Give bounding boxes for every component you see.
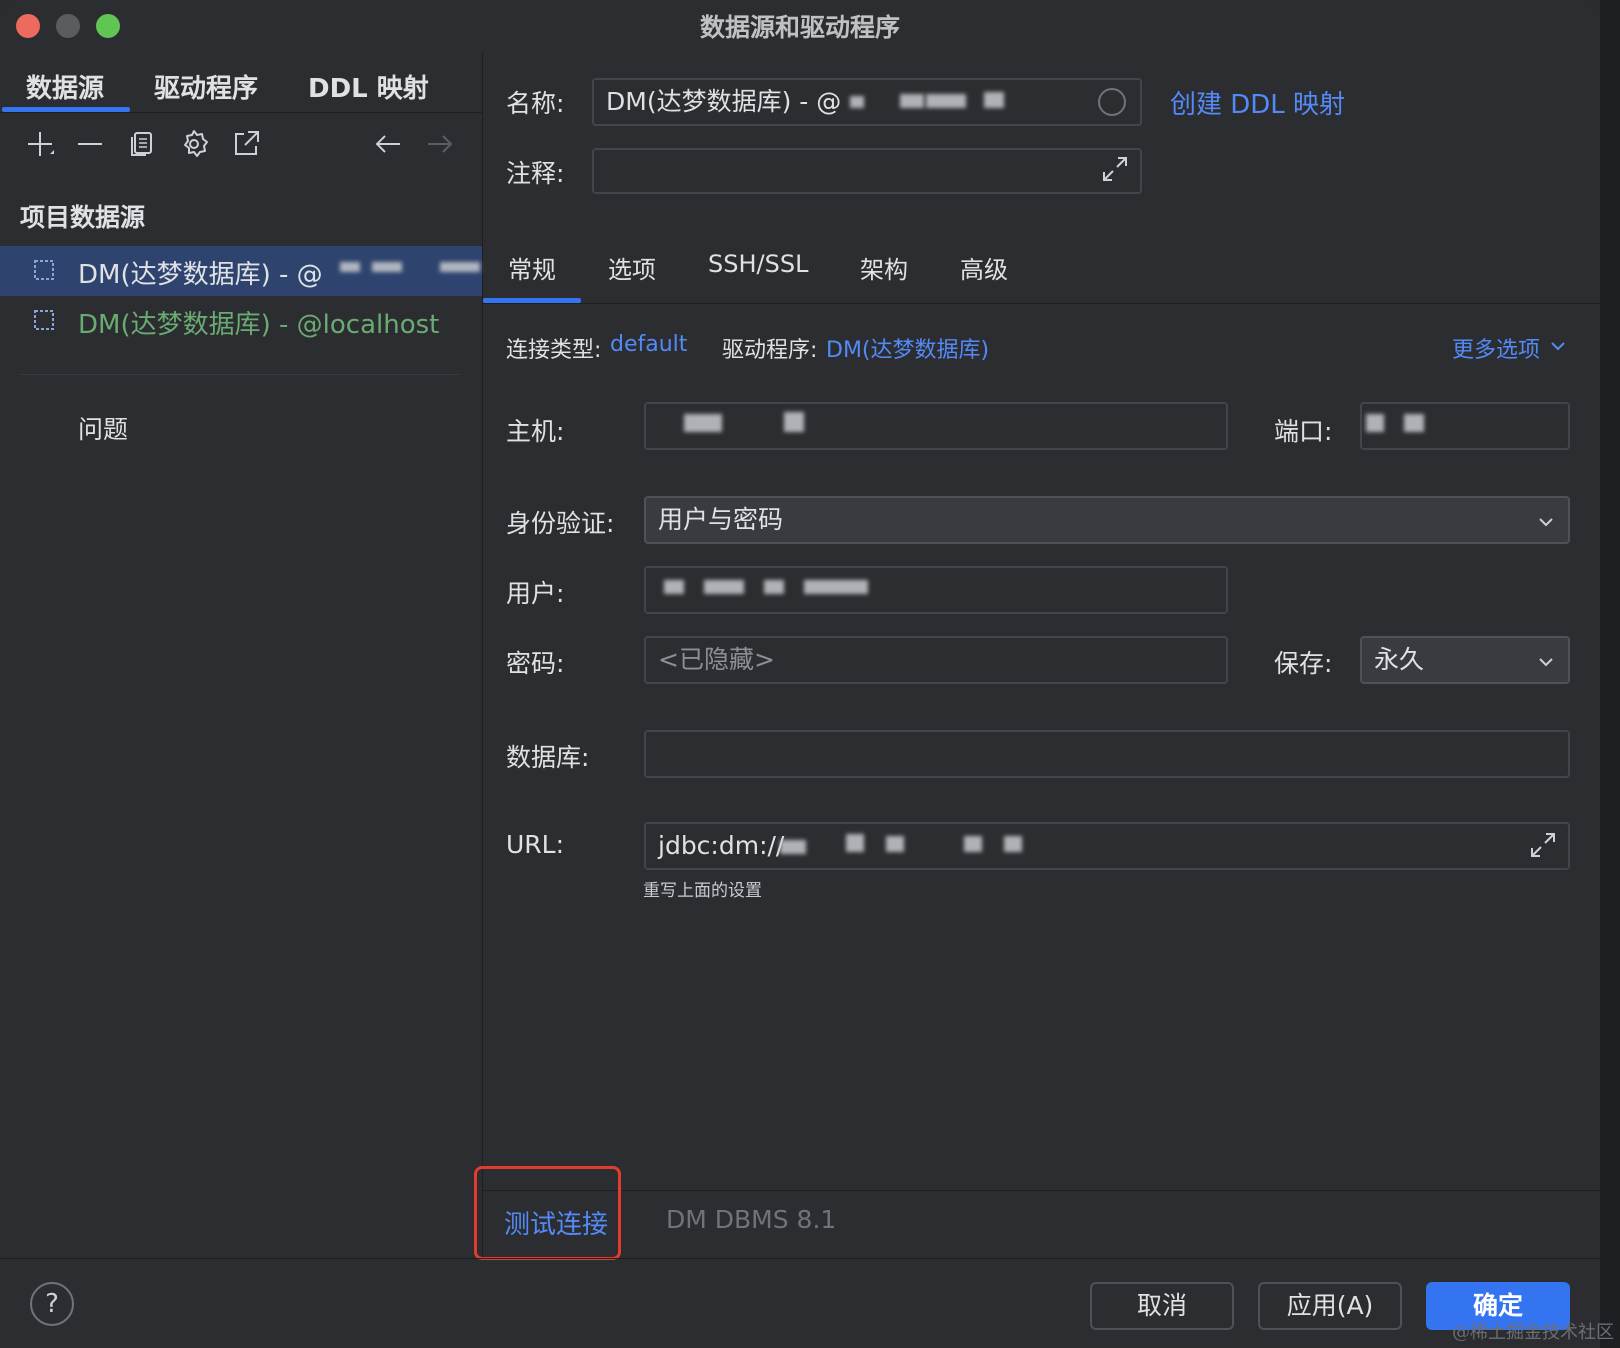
redacted-text — [704, 580, 744, 594]
chevron-down-icon — [1551, 342, 1565, 351]
section-title: 项目数据源 — [20, 203, 146, 232]
url-label: URL: — [506, 830, 565, 859]
datasource-icon — [34, 310, 54, 330]
tab-general[interactable]: 常规 — [508, 250, 556, 285]
back-arrow-icon[interactable] — [370, 128, 406, 164]
redacted-text — [372, 262, 402, 272]
test-connection-button[interactable]: 测试连接 — [504, 1204, 608, 1241]
redacted-text — [926, 94, 966, 108]
auth-label: 身份验证: — [506, 509, 615, 538]
add-icon[interactable] — [22, 128, 58, 164]
redacted-text — [684, 414, 722, 432]
help-button[interactable]: ? — [30, 1282, 74, 1326]
tab-options[interactable]: 选项 — [608, 250, 656, 285]
save-label: 保存: — [1274, 649, 1333, 678]
redacted-text — [850, 96, 864, 108]
password-label: 密码: — [506, 649, 565, 678]
redacted-text — [340, 262, 360, 272]
connection-type-label: 连接类型: — [506, 338, 602, 363]
tab-drivers[interactable]: 驱动程序 — [154, 68, 258, 105]
color-picker-icon[interactable] — [1098, 88, 1126, 116]
comment-label: 注释: — [506, 159, 565, 188]
save-value: 永久 — [1374, 645, 1425, 674]
footer-separator — [0, 1258, 1600, 1259]
expand-icon[interactable] — [1528, 830, 1558, 860]
tab-ssh-ssl[interactable]: SSH/SSL — [708, 250, 808, 278]
chevron-down-icon — [1539, 658, 1553, 667]
url-value: jdbc:dm:// — [658, 831, 785, 860]
datasource-label: DM(达梦数据库) - @localhost — [78, 310, 440, 340]
dbms-version: DM DBMS 8.1 — [666, 1205, 837, 1234]
tab-schemas[interactable]: 架构 — [860, 250, 908, 285]
tab-separator — [0, 112, 482, 113]
gear-icon[interactable] — [176, 128, 212, 164]
datasource-label: DM(达梦数据库) - @ — [78, 260, 323, 290]
export-icon[interactable] — [228, 128, 264, 164]
redacted-text — [900, 94, 924, 108]
redacted-text — [784, 412, 804, 432]
remove-icon[interactable] — [72, 128, 108, 164]
problems-item[interactable]: 问题 — [78, 410, 128, 446]
redacted-text — [984, 92, 1004, 108]
window-title: 数据源和驱动程序 — [699, 13, 900, 42]
port-label: 端口: — [1274, 417, 1333, 446]
status-separator — [483, 1190, 1600, 1191]
datasource-icon — [34, 260, 54, 280]
redacted-text — [664, 580, 684, 594]
auth-value: 用户与密码 — [658, 505, 784, 534]
redacted-text — [964, 836, 982, 852]
redacted-text — [804, 580, 868, 594]
redacted-text — [1004, 836, 1022, 852]
redacted-text — [764, 580, 784, 594]
driver-link[interactable]: DM(达梦数据库) — [826, 332, 989, 364]
redacted-text — [886, 836, 904, 852]
expand-icon[interactable] — [1100, 154, 1130, 184]
tab-ddl-mapping[interactable]: DDL 映射 — [308, 68, 429, 105]
redacted-text — [1366, 414, 1384, 432]
tab-separator — [483, 303, 1600, 304]
forward-arrow-icon[interactable] — [422, 128, 458, 164]
tab-datasources[interactable]: 数据源 — [26, 68, 104, 105]
tab-advanced[interactable]: 高级 — [960, 250, 1008, 285]
background-edge — [1600, 0, 1620, 1348]
password-placeholder: <已隐藏> — [658, 645, 775, 674]
user-label: 用户: — [506, 579, 565, 608]
apply-button[interactable]: 应用(A) — [1258, 1282, 1402, 1330]
redacted-text — [1404, 414, 1424, 432]
port-field[interactable] — [1360, 402, 1570, 450]
watermark: @稀土掘金技术社区 — [1452, 1322, 1614, 1343]
database-label: 数据库: — [506, 743, 590, 772]
cancel-button[interactable]: 取消 — [1090, 1282, 1234, 1330]
redacted-text — [440, 262, 480, 272]
url-hint: 重写上面的设置 — [643, 881, 762, 901]
more-options-link[interactable]: 更多选项 — [1452, 332, 1540, 364]
password-field[interactable]: <已隐藏> — [644, 636, 1228, 684]
host-label: 主机: — [506, 417, 565, 446]
datasource-row-selected[interactable]: DM(达梦数据库) - @ — [0, 246, 482, 296]
name-value: DM(达梦数据库) - @ — [606, 87, 842, 116]
dialog-window: 数据源和驱动程序 数据源 驱动程序 DDL 映射 项目数据源 DM(达梦数据库)… — [0, 0, 1600, 1348]
create-ddl-mapping-link[interactable]: 创建 DDL 映射 — [1170, 84, 1345, 121]
name-label: 名称: — [506, 89, 565, 118]
host-field[interactable] — [644, 402, 1228, 450]
driver-label: 驱动程序: — [722, 338, 818, 363]
separator — [20, 374, 460, 375]
comment-field[interactable] — [592, 148, 1142, 194]
auth-select[interactable]: 用户与密码 — [644, 496, 1570, 544]
name-field[interactable]: DM(达梦数据库) - @ — [592, 78, 1142, 126]
copy-icon[interactable] — [124, 128, 160, 164]
database-field[interactable] — [644, 730, 1570, 778]
datasource-row[interactable]: DM(达梦数据库) - @localhost — [0, 296, 482, 346]
connection-type-link[interactable]: default — [610, 332, 687, 357]
redacted-text — [846, 834, 864, 852]
chevron-down-icon — [1539, 518, 1553, 527]
left-panel: 数据源 驱动程序 DDL 映射 项目数据源 DM(达梦数据库) - @ DM(达… — [0, 52, 483, 1257]
redacted-text — [780, 840, 806, 854]
